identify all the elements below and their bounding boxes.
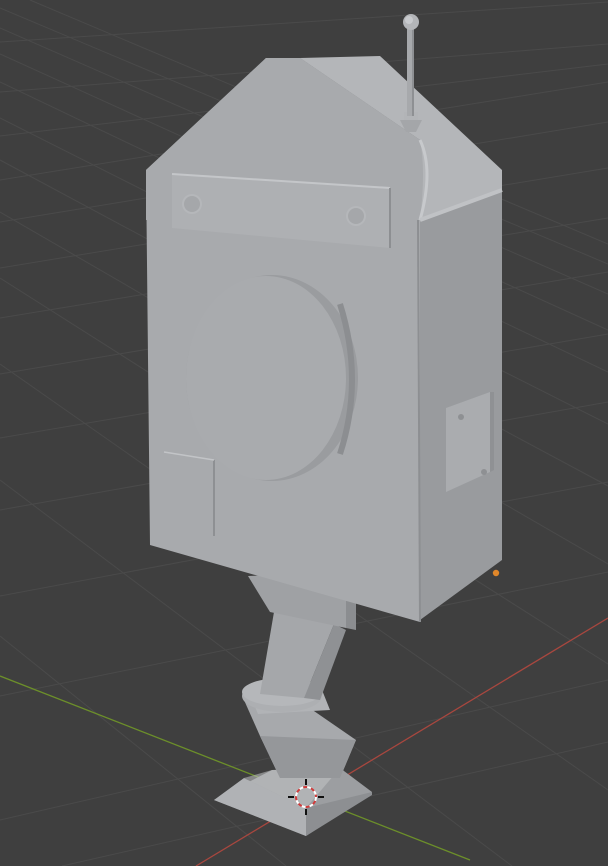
robot-body xyxy=(146,56,503,623)
origin-marker-icon xyxy=(492,569,500,577)
viewport-canvas[interactable] xyxy=(0,0,608,866)
3d-viewport[interactable] xyxy=(0,0,608,866)
